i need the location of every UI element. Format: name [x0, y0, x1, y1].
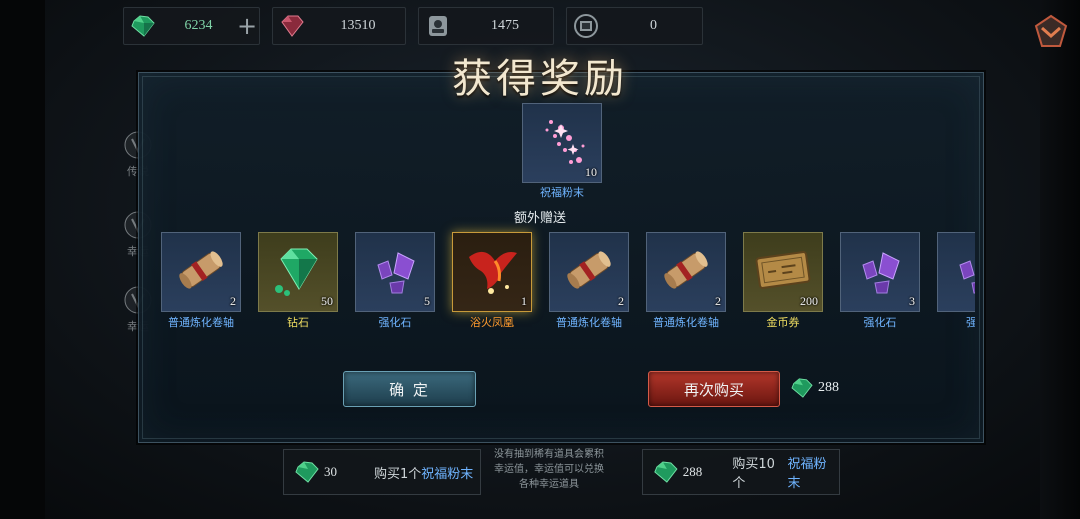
- currency-bar: 6234 + 13510 1475 0: [123, 7, 703, 45]
- currency-green-gem: 6234 +: [123, 7, 260, 45]
- extra-item-5-name: 普通炼化卷轴: [556, 316, 622, 329]
- extra-item-3[interactable]: 5: [355, 232, 435, 312]
- main-reward-tile[interactable]: 10: [522, 103, 602, 183]
- extra-item-8-qty: 3: [909, 294, 915, 308]
- green-gem-count: 6234: [184, 18, 213, 33]
- extra-item-9[interactable]: [937, 232, 975, 312]
- dialog-title: 获得奖励: [452, 56, 628, 102]
- gold-coupon-icon: [755, 251, 811, 289]
- buy-one-text: 购买1个: [374, 466, 422, 482]
- ticket-count: 0: [650, 18, 657, 33]
- green-gem-icon: [124, 7, 162, 45]
- main-reward-name: 祝福粉末: [540, 186, 584, 199]
- red-gem-count: 13510: [340, 18, 376, 33]
- confirm-button[interactable]: 确 定: [343, 371, 476, 407]
- currency-medal: 1475: [418, 7, 554, 45]
- buy-ten-text: 购买10个: [732, 457, 775, 491]
- extra-item-8-name: 强化石: [863, 316, 897, 329]
- medal-icon: [419, 7, 457, 45]
- extra-item-5-qty: 2: [618, 294, 624, 308]
- extra-item-1-name: 普通炼化卷轴: [168, 316, 234, 329]
- buy-one-item: 祝福粉末: [421, 466, 474, 482]
- extra-item-4[interactable]: 1: [452, 232, 532, 312]
- buy-ten-item: 祝福粉末: [787, 457, 827, 491]
- buy-one-button[interactable]: 30 购买1个 祝福粉末: [283, 449, 481, 495]
- purple-crystal-icon: [959, 260, 975, 294]
- scroll-icon: [567, 251, 611, 289]
- buy-again-cost-value: 288: [818, 380, 839, 395]
- extra-item-5[interactable]: 2: [549, 232, 629, 312]
- red-gem-icon: [273, 7, 311, 45]
- green-gem-icon: [791, 378, 813, 398]
- phoenix-icon: [469, 251, 517, 294]
- extra-item-1-qty: 2: [230, 294, 236, 308]
- green-diamond-icon: [275, 248, 318, 296]
- buy-ten-button[interactable]: 288 购买10个 祝福粉末: [642, 449, 840, 495]
- lucky-value-note: 没有抽到稀有道具会累积幸运值，幸运值可以兑换各种幸运道具: [494, 449, 604, 490]
- extra-item-2-qty: 50: [321, 294, 333, 308]
- extra-item-3-qty: 5: [424, 294, 430, 308]
- extra-item-6-name: 普通炼化卷轴: [653, 316, 719, 329]
- menu-crest-icon[interactable]: [1034, 14, 1068, 48]
- extra-item-3-name: 强化石: [378, 316, 412, 329]
- extra-item-7-qty: 200: [800, 294, 818, 308]
- extra-item-2-name: 钻石: [287, 316, 309, 329]
- extra-item-7-name: 金币券: [766, 316, 800, 329]
- buy-one-price: 30: [324, 464, 337, 479]
- extra-item-4-qty: 1: [521, 294, 527, 308]
- extra-item-6-qty: 2: [715, 294, 721, 308]
- pink-sparkle-powder-icon: [545, 120, 585, 164]
- extra-item-1[interactable]: 2: [161, 232, 241, 312]
- currency-red-gem: 13510: [272, 7, 406, 45]
- ticket-icon: [567, 7, 605, 45]
- extra-gift-label: 额外赠送: [513, 211, 566, 226]
- buy-again-button[interactable]: 再次购买: [648, 371, 780, 407]
- buy-again-cost: 288: [790, 378, 839, 398]
- scroll-icon: [664, 251, 708, 289]
- green-gem-icon: [654, 461, 678, 483]
- extra-item-9-clip: 强化: [937, 232, 975, 332]
- extra-item-2[interactable]: 50: [258, 232, 338, 312]
- currency-ticket: 0: [566, 7, 703, 45]
- scroll-icon: [179, 251, 223, 289]
- buy-ten-price: 288: [682, 464, 703, 479]
- green-gem-icon: [295, 461, 319, 483]
- extra-item-9-name: 强化: [966, 316, 975, 329]
- purple-crystal-icon: [377, 252, 415, 294]
- extra-item-7[interactable]: 200: [743, 232, 823, 312]
- add-gem-button[interactable]: +: [235, 7, 259, 45]
- extra-item-8[interactable]: 3: [840, 232, 920, 312]
- extra-item-6[interactable]: 2: [646, 232, 726, 312]
- purple-crystal-icon: [862, 252, 900, 294]
- medal-count: 1475: [491, 18, 519, 33]
- extra-item-4-name: 浴火凤凰: [470, 316, 514, 329]
- main-reward-qty: 10: [585, 165, 597, 179]
